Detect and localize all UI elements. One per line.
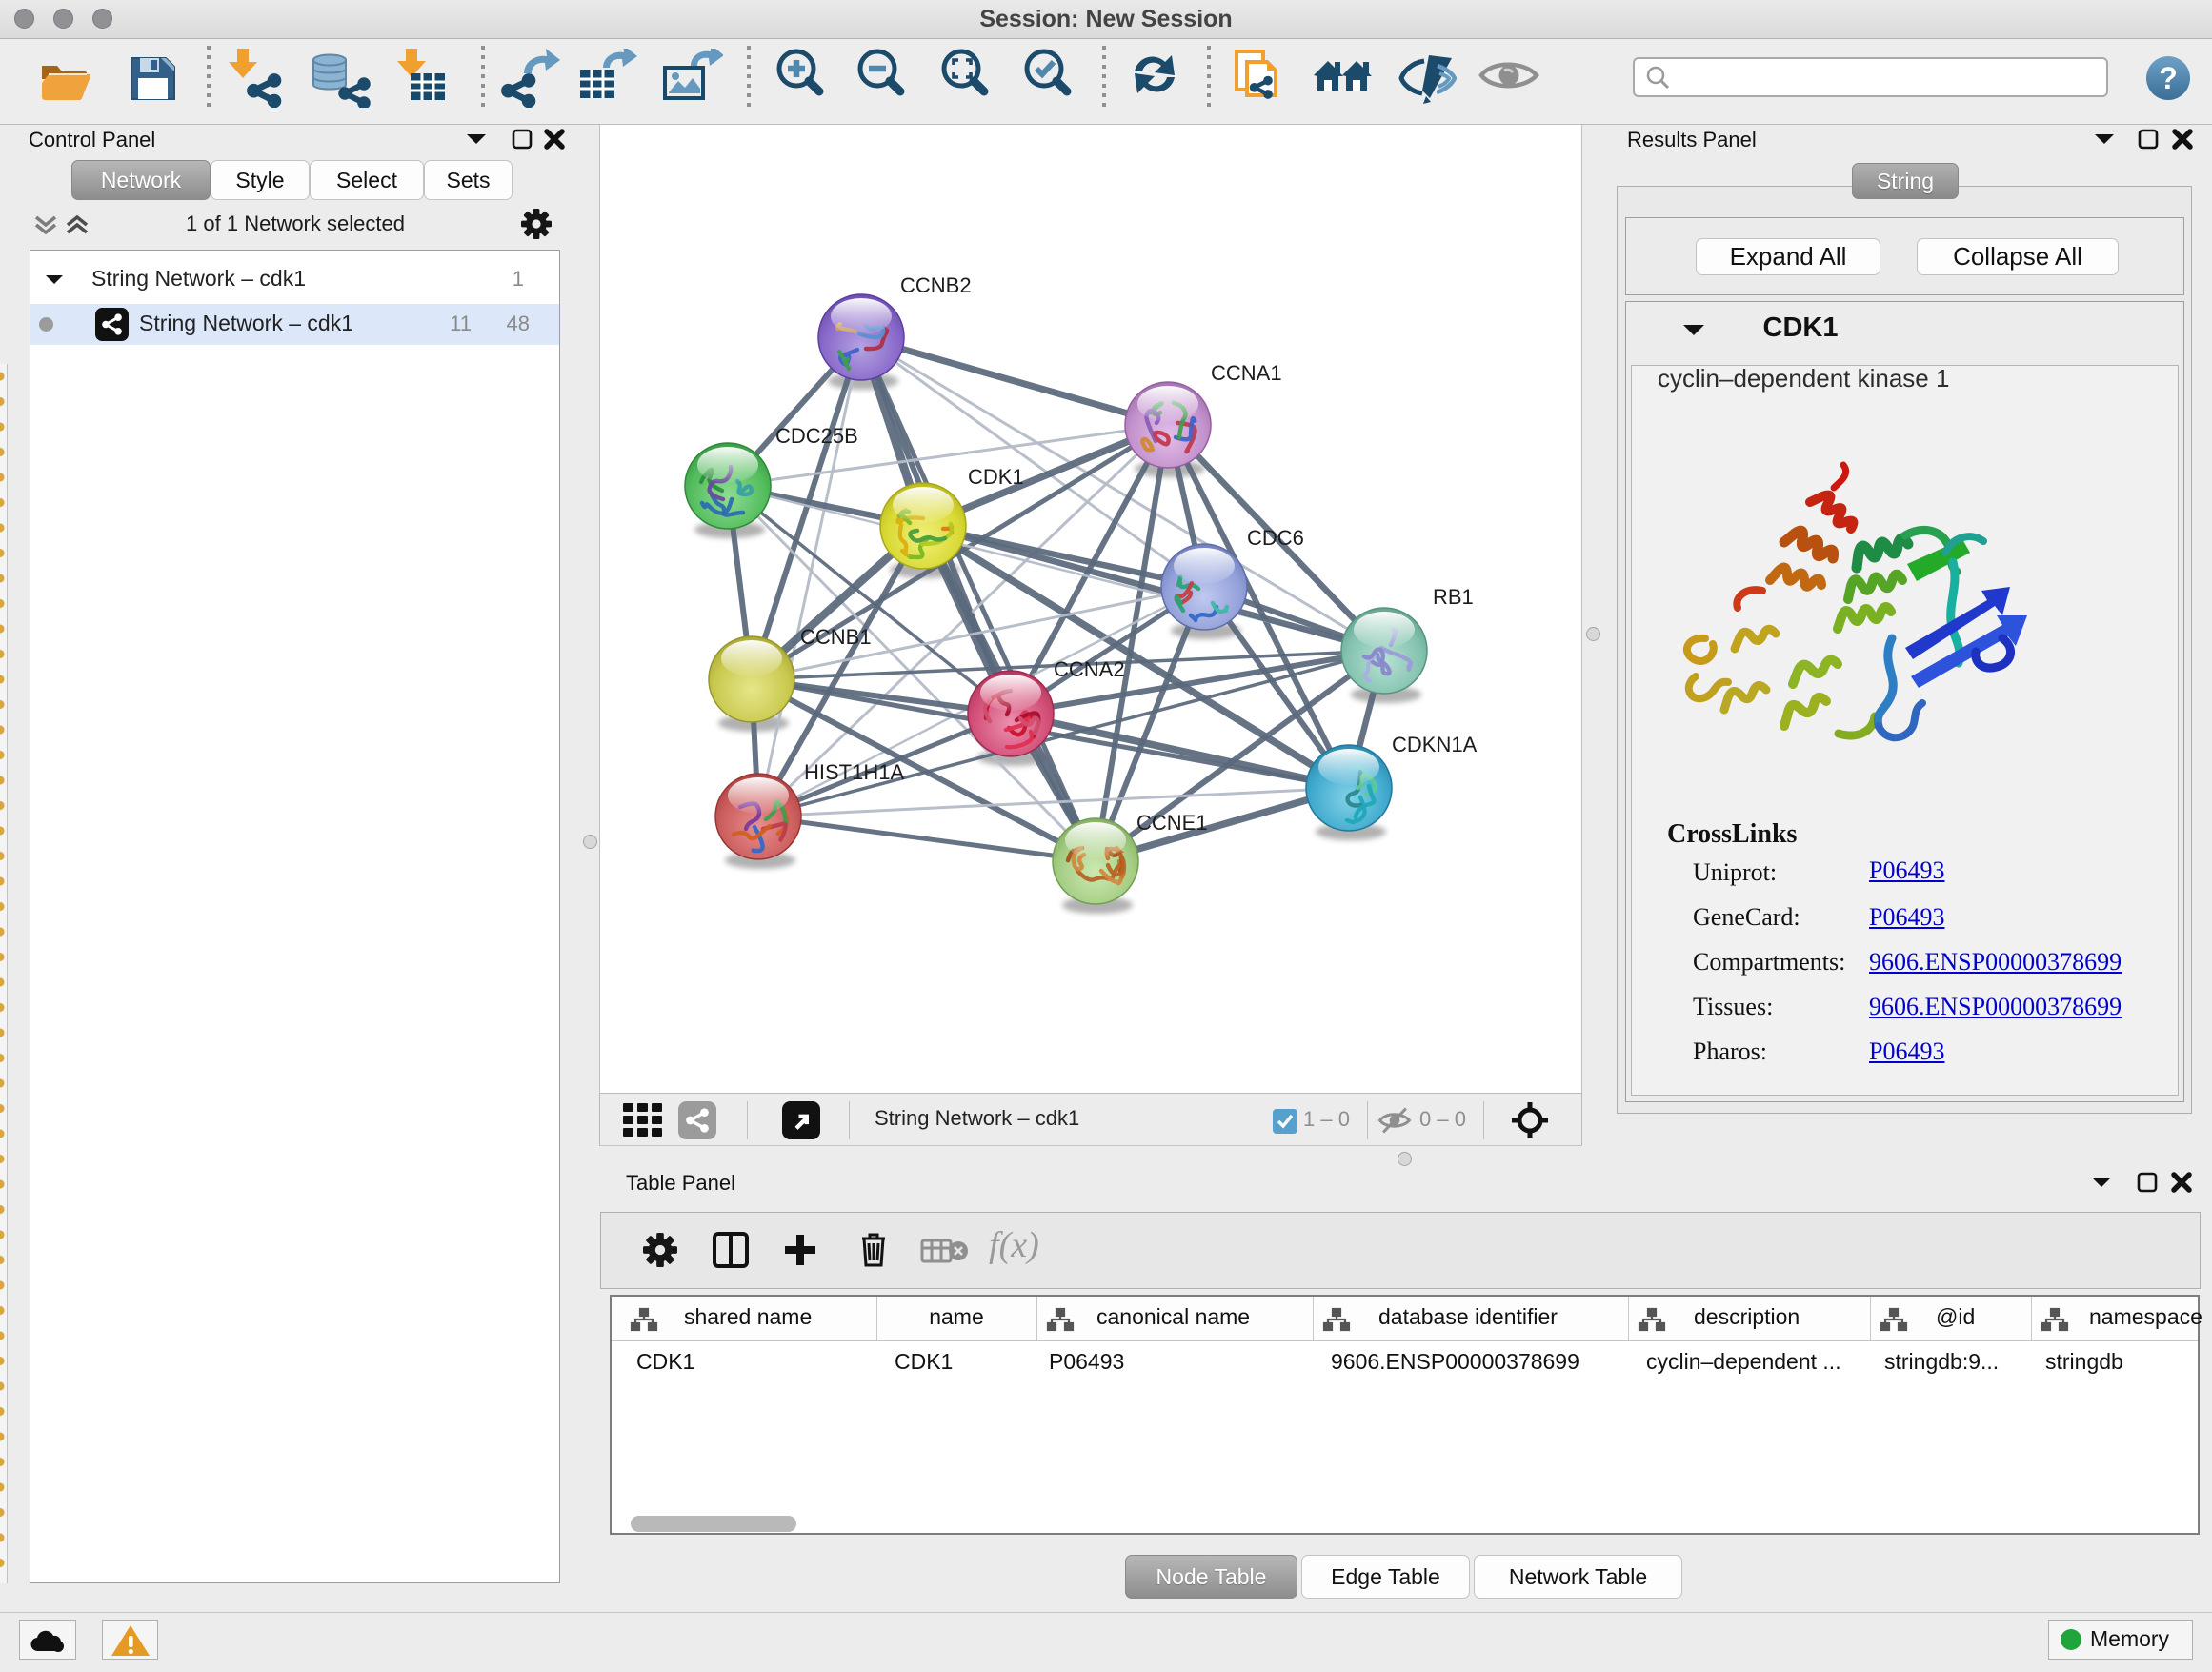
svg-text:?: ? bbox=[2159, 61, 2178, 95]
svg-text:CCNA1: CCNA1 bbox=[1211, 361, 1282, 385]
svg-text:CCNA2: CCNA2 bbox=[1054, 657, 1125, 681]
svg-text:CDK1: CDK1 bbox=[968, 465, 1024, 489]
svg-text:CDC25B: CDC25B bbox=[775, 424, 858, 448]
svg-text:CDKN1A: CDKN1A bbox=[1392, 733, 1478, 756]
svg-text:RB1: RB1 bbox=[1433, 585, 1474, 609]
svg-text:CCNB1: CCNB1 bbox=[800, 625, 872, 649]
svg-text:CCNE1: CCNE1 bbox=[1136, 811, 1208, 835]
svg-text:CCNB2: CCNB2 bbox=[900, 273, 972, 297]
svg-text:HIST1H1A: HIST1H1A bbox=[804, 760, 904, 784]
svg-text:CDC6: CDC6 bbox=[1247, 526, 1304, 550]
